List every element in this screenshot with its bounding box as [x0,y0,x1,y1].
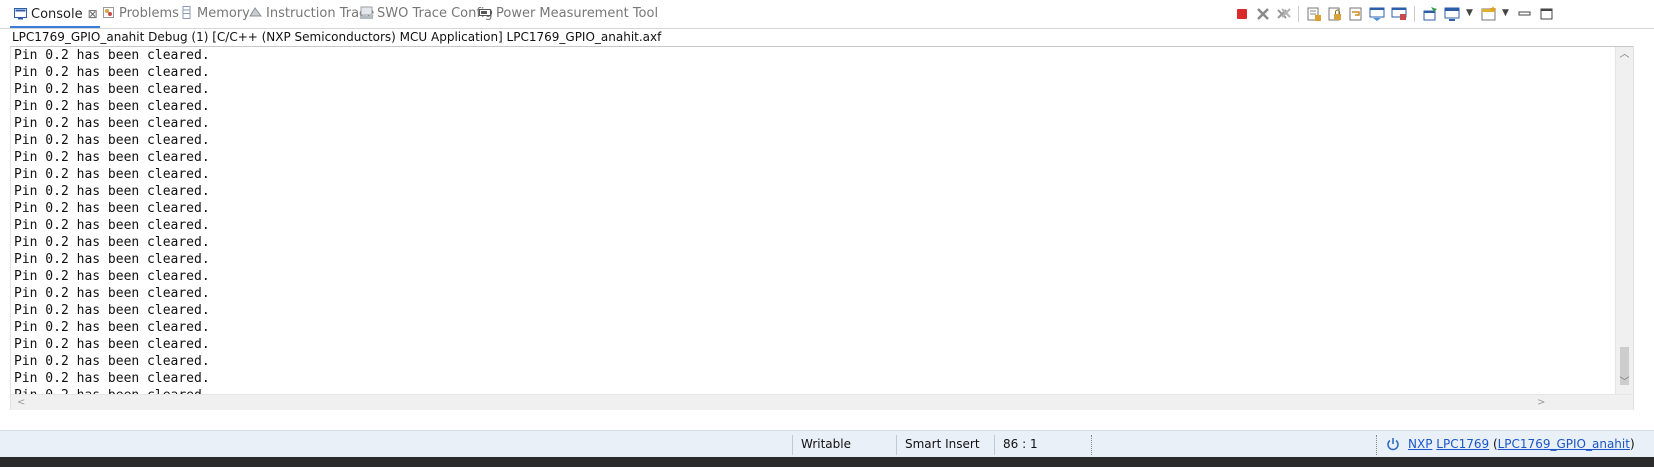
tab-swo-trace-config[interactable]: SWO Trace Config [360,4,493,24]
scroll-lock-icon[interactable] [1327,6,1343,22]
maximize-icon[interactable] [1539,6,1555,22]
remove-all-icon[interactable] [1276,6,1292,22]
scroll-down-icon[interactable]: ﹀ [1619,377,1630,388]
power-icon[interactable] [1386,437,1400,451]
terminate-icon[interactable] [1234,6,1250,22]
status-separator [792,435,793,455]
minimize-icon[interactable] [1517,6,1533,22]
tab-console-label: Console [31,7,83,22]
tab-problems[interactable]: Problems [102,4,179,24]
console-line: Pin 0.2 has been cleared. [14,303,210,318]
console-line: Pin 0.2 has been cleared. [14,116,210,131]
toolbar-separator [1298,6,1299,22]
clear-console-icon[interactable] [1306,6,1322,22]
scroll-right-icon[interactable]: > [1537,397,1545,408]
tab-problems-label: Problems [119,6,179,21]
console-text[interactable]: Pin 0.2 has been cleared. Pin 0.2 has bee… [14,47,210,410]
tab-power-measurement-tool-label: Power Measurement Tool [496,6,659,21]
vendor-link[interactable]: NXP [1408,437,1432,451]
console-line: Pin 0.2 has been cleared. [14,201,210,216]
scroll-up-icon[interactable]: ︿ [1619,49,1630,60]
device-link[interactable]: LPC1769 [1436,437,1489,451]
os-taskbar [0,457,1654,467]
tab-console[interactable]: Console ⊠ [14,4,98,24]
console-line: Pin 0.2 has been cleared. [14,150,210,165]
instruction-trace-icon [249,7,262,17]
console-line: Pin 0.2 has been cleared. [14,286,210,301]
vertical-scrollbar[interactable]: ︿ ﹀ [1615,47,1633,394]
console-line: Pin 0.2 has been cleared. [14,252,210,267]
display-console-icon[interactable] [1444,6,1460,22]
console-line: Pin 0.2 has been cleared. [14,99,210,114]
console-process-label: LPC1769_GPIO_anahit Debug (1) [C/C++ (NX… [12,30,662,44]
console-line: Pin 0.2 has been cleared. [14,235,210,250]
toolbar-separator [1414,6,1415,22]
status-separator [1376,435,1378,455]
close-icon[interactable]: ⊠ [88,4,98,24]
console-output[interactable]: Pin 0.2 has been cleared. Pin 0.2 has bee… [10,46,1634,410]
status-insert-mode: Smart Insert [905,437,980,451]
view-tab-bar: Console ⊠ Problems Memory Instruction Tra… [0,0,1654,29]
console-line: Pin 0.2 has been cleared. [14,354,210,369]
tab-swo-trace-config-label: SWO Trace Config [377,6,493,21]
console-icon [14,8,27,20]
show-on-error-icon[interactable] [1391,6,1407,22]
status-cursor-position: 86 : 1 [1003,437,1038,451]
new-console-icon[interactable] [1481,6,1497,22]
console-line: Pin 0.2 has been cleared. [14,167,210,182]
remove-launch-icon[interactable] [1255,6,1271,22]
scroll-left-icon[interactable]: < [17,397,25,408]
console-line: Pin 0.2 has been cleared. [14,269,210,284]
project-link[interactable]: LPC1769_GPIO_anahit [1498,437,1630,451]
tab-memory-label: Memory [197,6,250,21]
paren-close: ) [1629,437,1635,451]
status-separator [1091,435,1093,455]
status-separator [896,435,897,455]
active-tab-indicator [10,26,100,28]
status-writable: Writable [801,437,851,451]
horizontal-scrollbar[interactable]: < > [11,394,1633,410]
show-on-output-icon[interactable] [1369,6,1385,22]
problems-icon [103,7,114,18]
chevron-down-icon[interactable]: ▼ [1466,8,1473,18]
console-line: Pin 0.2 has been cleared. [14,133,210,148]
tab-memory[interactable]: Memory [180,4,250,24]
tab-instruction-trace-label: Instruction Trace [266,6,375,21]
chevron-down-icon[interactable]: ▼ [1502,8,1509,18]
status-bar: Writable Smart Insert 86 : 1 NXP LPC1769… [0,430,1654,458]
console-line: Pin 0.2 has been cleared. [14,65,210,80]
console-line: Pin 0.2 has been cleared. [14,337,210,352]
console-line: Pin 0.2 has been cleared. [14,320,210,335]
pin-console-icon[interactable] [1422,6,1438,22]
console-line: Pin 0.2 has been cleared. [14,371,210,386]
word-wrap-icon[interactable] [1348,6,1364,22]
swo-icon [360,6,373,19]
console-line: Pin 0.2 has been cleared. [14,218,210,233]
console-line: Pin 0.2 has been cleared. [14,48,210,63]
battery-icon [479,9,492,16]
tab-instruction-trace[interactable]: Instruction Trace [249,4,374,24]
memory-icon [182,6,191,19]
tab-power-measurement-tool[interactable]: Power Measurement Tool [479,4,658,24]
status-separator [994,435,995,455]
console-line: Pin 0.2 has been cleared. [14,184,210,199]
console-line: Pin 0.2 has been cleared. [14,82,210,97]
status-target-info: NXP LPC1769 (LPC1769_GPIO_anahit) [1408,437,1635,451]
